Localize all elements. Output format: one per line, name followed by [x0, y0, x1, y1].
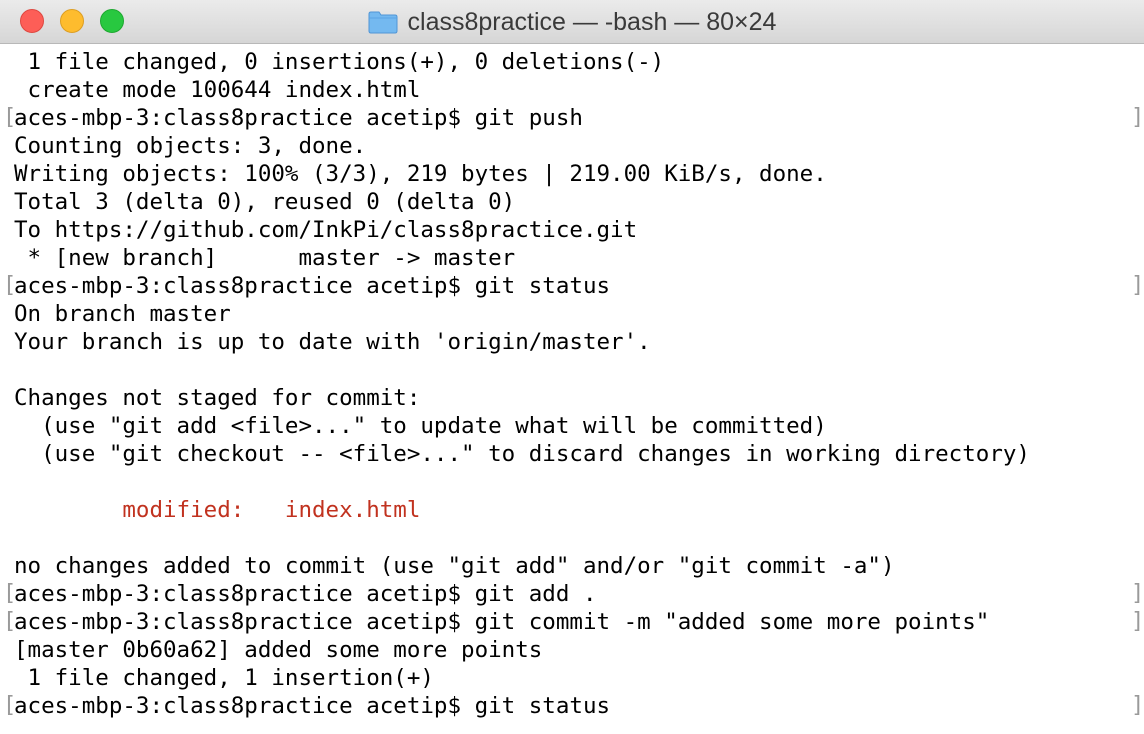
prompt-line: aces-mbp-3:class8practice acetip$ git st… [14, 693, 611, 719]
output-line: (use "git add <file>..." to update what … [14, 413, 827, 439]
prompt-mark-left: [ [3, 693, 17, 718]
terminal-content[interactable]: 1 file changed, 0 insertions(+), 0 delet… [0, 44, 1144, 734]
prompt-mark-right: ] [1131, 609, 1144, 634]
prompt-line: aces-mbp-3:class8practice acetip$ git ad… [14, 581, 597, 607]
prompt-mark-right: ] [1131, 581, 1144, 606]
output-line: 1 file changed, 1 insertion(+) [14, 665, 434, 691]
output-line: 1 file changed, 0 insertions(+), 0 delet… [14, 49, 665, 75]
output-line: (use "git checkout -- <file>..." to disc… [14, 441, 1030, 467]
output-line: Writing objects: 100% (3/3), 219 bytes |… [14, 161, 827, 187]
window-title: class8practice — -bash — 80×24 [0, 0, 1144, 44]
terminal-window: class8practice — -bash — 80×24 1 file ch… [0, 0, 1144, 734]
prompt-mark-right: ] [1131, 273, 1144, 298]
prompt-mark-right: ] [1131, 693, 1144, 718]
output-line: modified: index.html [14, 497, 421, 523]
output-line: Counting objects: 3, done. [14, 133, 367, 159]
output-line: * [new branch] master -> master [14, 245, 516, 271]
output-line: Total 3 (delta 0), reused 0 (delta 0) [14, 189, 516, 215]
prompt-line: aces-mbp-3:class8practice acetip$ git st… [14, 273, 611, 299]
output-line: Your branch is up to date with 'origin/m… [14, 329, 651, 355]
prompt-line: aces-mbp-3:class8practice acetip$ git co… [14, 609, 990, 635]
output-line: On branch master [14, 301, 231, 327]
terminal-output: 1 file changed, 0 insertions(+), 0 delet… [14, 48, 1030, 720]
output-line: To https://github.com/InkPi/class8practi… [14, 217, 638, 243]
output-line: no changes added to commit (use "git add… [14, 553, 895, 579]
output-line: create mode 100644 index.html [14, 77, 421, 103]
output-line: Changes not staged for commit: [14, 385, 421, 411]
prompt-mark-left: [ [3, 581, 17, 606]
folder-icon [368, 11, 398, 34]
prompt-line: aces-mbp-3:class8practice acetip$ git pu… [14, 105, 583, 131]
prompt-mark-right: ] [1131, 105, 1144, 130]
prompt-mark-left: [ [3, 609, 17, 634]
title-bar[interactable]: class8practice — -bash — 80×24 [0, 0, 1144, 44]
window-title-text: class8practice — -bash — 80×24 [407, 7, 777, 36]
output-line: [master 0b60a62] added some more points [14, 637, 543, 663]
prompt-mark-left: [ [3, 273, 17, 298]
prompt-mark-left: [ [3, 105, 17, 130]
